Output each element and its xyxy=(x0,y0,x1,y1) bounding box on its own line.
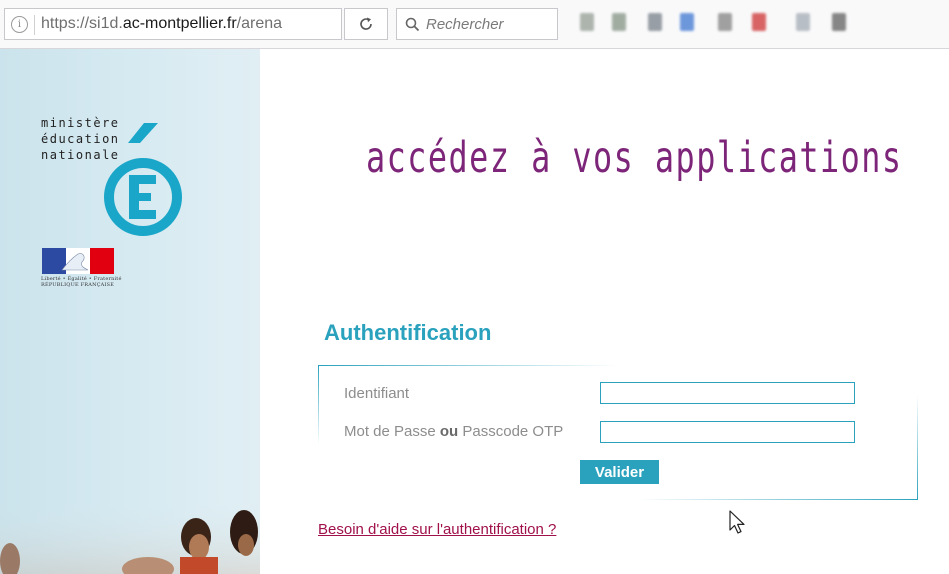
frame-line xyxy=(318,365,618,366)
help-link[interactable]: Besoin d'aide sur l'authentification ? xyxy=(318,521,556,538)
password-label-text: Mot de Passe xyxy=(344,423,440,440)
extension-icon[interactable] xyxy=(580,13,594,31)
url-domain: ac-montpellier.fr xyxy=(122,15,237,32)
students-photo xyxy=(0,499,260,574)
logo-line: ministère xyxy=(41,116,120,130)
auth-title: Authentification xyxy=(324,320,492,345)
flag-caption: Liberté • Égalité • Fraternité RÉPUBLIQU… xyxy=(41,276,122,288)
url-separator xyxy=(34,15,35,35)
search-box[interactable]: Rechercher xyxy=(396,8,558,40)
logo-line: éducation xyxy=(41,132,120,146)
password-input[interactable] xyxy=(600,421,855,443)
frame-line xyxy=(638,499,918,500)
url-text[interactable]: https://si1d.ac-montpellier.fr/arena xyxy=(41,15,282,33)
extension-icon[interactable] xyxy=(718,13,732,31)
extension-icon[interactable] xyxy=(832,13,846,31)
reload-icon xyxy=(360,17,372,30)
valider-button[interactable]: Valider xyxy=(580,460,659,484)
search-placeholder: Rechercher xyxy=(426,16,504,33)
identifiant-input[interactable] xyxy=(600,382,855,404)
headline: accédez à vos applications xyxy=(366,133,903,183)
browser-toolbar: i https://si1d.ac-montpellier.fr/arena R… xyxy=(0,0,949,49)
reload-button[interactable] xyxy=(344,8,388,40)
password-label: Mot de Passe ou Passcode OTP xyxy=(344,423,563,440)
url-path: /arena xyxy=(236,15,283,32)
mouse-cursor-icon xyxy=(729,510,745,534)
flag-republic: RÉPUBLIQUE FRANÇAISE xyxy=(41,282,115,288)
address-bar[interactable]: i https://si1d.ac-montpellier.fr/arena xyxy=(4,8,342,40)
search-icon xyxy=(405,17,420,32)
identifiant-label: Identifiant xyxy=(344,385,410,402)
ministry-text: ministère éducation nationale xyxy=(41,115,120,163)
frame-line xyxy=(917,395,918,500)
extension-icon[interactable] xyxy=(796,13,810,31)
extension-icon[interactable] xyxy=(752,13,766,31)
extension-icon[interactable] xyxy=(648,13,662,31)
marianne-flag-logo xyxy=(42,248,114,274)
extension-icon[interactable] xyxy=(612,13,626,31)
logo-line: nationale xyxy=(41,148,120,162)
extension-icon[interactable] xyxy=(680,13,694,31)
frame-line xyxy=(318,365,319,445)
info-icon[interactable]: i xyxy=(11,16,28,33)
password-label-ou: ou xyxy=(439,423,459,440)
left-sidebar: ministère éducation nationale Liberté • … xyxy=(0,49,260,574)
url-prefix: https://si1d. xyxy=(41,15,123,32)
password-label-otp: Passcode OTP xyxy=(458,423,564,440)
